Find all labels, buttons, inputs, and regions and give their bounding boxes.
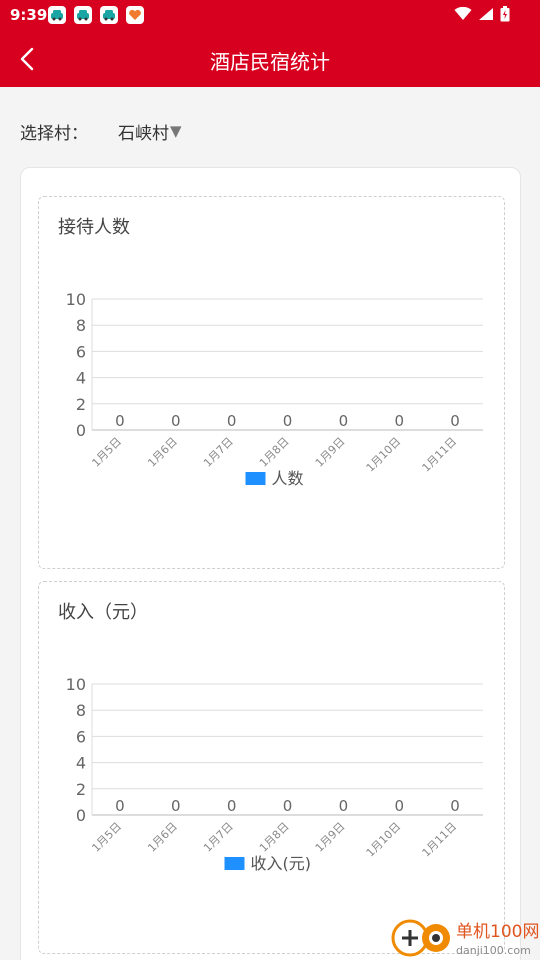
x-tick-label: 1月10日 xyxy=(364,820,404,860)
x-tick-label: 1月5日 xyxy=(89,435,124,470)
heart-app-icon xyxy=(126,6,144,24)
y-tick-label: 10 xyxy=(66,290,86,309)
x-tick-label: 1月5日 xyxy=(89,820,124,855)
status-app-icons xyxy=(48,6,144,24)
statistics-card: 接待人数 0 2 4 6 8 10 0 1月5日 0 1月6日 0 1月7日 0 1月8日 0 1月9日 0 1月… xyxy=(20,167,521,960)
y-tick-label: 10 xyxy=(66,675,86,694)
status-time: 9:39 xyxy=(10,6,48,24)
x-tick-label: 1月8日 xyxy=(257,435,292,470)
data-label: 0 xyxy=(171,797,181,815)
data-label: 0 xyxy=(115,797,125,815)
x-tick-label: 1月9日 xyxy=(313,435,348,470)
y-tick-label: 2 xyxy=(76,395,86,414)
y-tick-label: 6 xyxy=(76,727,86,746)
village-value: 石峡村 xyxy=(118,123,169,144)
x-tick-label: 1月7日 xyxy=(201,820,236,855)
y-tick-label: 8 xyxy=(76,316,86,335)
data-label: 0 xyxy=(450,797,460,815)
page-title: 酒店民宿统计 xyxy=(210,50,330,74)
income-chart-panel: 收入（元） 0 2 4 6 8 10 0 1月5日 0 1月6日 0 1月7日 0 1月8日 0 1月9日 0 1… xyxy=(38,581,505,954)
app-bar: 酒店民宿统计 xyxy=(0,30,540,87)
watermark-text: 单机100网 xyxy=(456,922,539,942)
legend-label: 人数 xyxy=(272,469,304,488)
signal-icon xyxy=(479,8,493,20)
status-bar: 9:39 xyxy=(0,0,540,30)
x-tick-label: 1月11日 xyxy=(420,820,460,860)
data-label: 0 xyxy=(394,412,404,430)
visitors-chart: 024681001月5日01月6日01月7日01月8日01月9日01月10日01… xyxy=(66,290,483,488)
visitors-chart-panel: 接待人数 0 2 4 6 8 10 0 1月5日 0 1月6日 0 1月7日 0 1月8日 0 1月9日 0 1月… xyxy=(38,196,505,569)
x-tick-label: 1月6日 xyxy=(145,820,180,855)
y-tick-label: 6 xyxy=(76,342,86,361)
y-tick-label: 0 xyxy=(76,806,86,825)
data-label: 0 xyxy=(115,412,125,430)
battery-icon xyxy=(500,6,510,22)
x-tick-label: 1月9日 xyxy=(313,820,348,855)
village-select[interactable]: 石峡村 ▼ xyxy=(118,119,182,144)
data-label: 0 xyxy=(339,797,349,815)
data-label: 0 xyxy=(227,797,237,815)
wifi-icon xyxy=(454,7,472,20)
x-tick-label: 1月10日 xyxy=(364,435,404,475)
village-filter: 选择村： 石峡村 ▼ xyxy=(20,118,182,144)
watermark-url: danji100.com xyxy=(456,944,531,957)
car-app-icon xyxy=(74,6,92,24)
x-tick-label: 1月11日 xyxy=(420,435,460,475)
x-tick-label: 1月8日 xyxy=(257,820,292,855)
y-tick-label: 4 xyxy=(76,369,86,388)
car-app-icon xyxy=(48,6,66,24)
data-label: 0 xyxy=(394,797,404,815)
x-tick-label: 1月7日 xyxy=(201,435,236,470)
village-label: 选择村： xyxy=(20,123,88,144)
legend-swatch xyxy=(245,472,266,485)
legend-label: 收入(元) xyxy=(251,854,312,873)
watermark-logo: 单机100网 danji100.com xyxy=(391,919,539,957)
income-chart: 024681001月5日01月6日01月7日01月8日01月9日01月10日01… xyxy=(66,675,483,873)
x-tick-label: 1月6日 xyxy=(145,435,180,470)
data-label: 0 xyxy=(339,412,349,430)
status-indicators xyxy=(454,6,510,22)
data-label: 0 xyxy=(283,412,293,430)
car-app-icon xyxy=(100,6,118,24)
y-tick-label: 8 xyxy=(76,701,86,720)
legend-swatch xyxy=(224,857,245,870)
data-label: 0 xyxy=(227,412,237,430)
y-tick-label: 0 xyxy=(76,421,86,440)
dropdown-arrow-icon: ▼ xyxy=(170,122,182,140)
data-label: 0 xyxy=(283,797,293,815)
y-tick-label: 2 xyxy=(76,780,86,799)
data-label: 0 xyxy=(450,412,460,430)
y-tick-label: 4 xyxy=(76,754,86,773)
data-label: 0 xyxy=(171,412,181,430)
